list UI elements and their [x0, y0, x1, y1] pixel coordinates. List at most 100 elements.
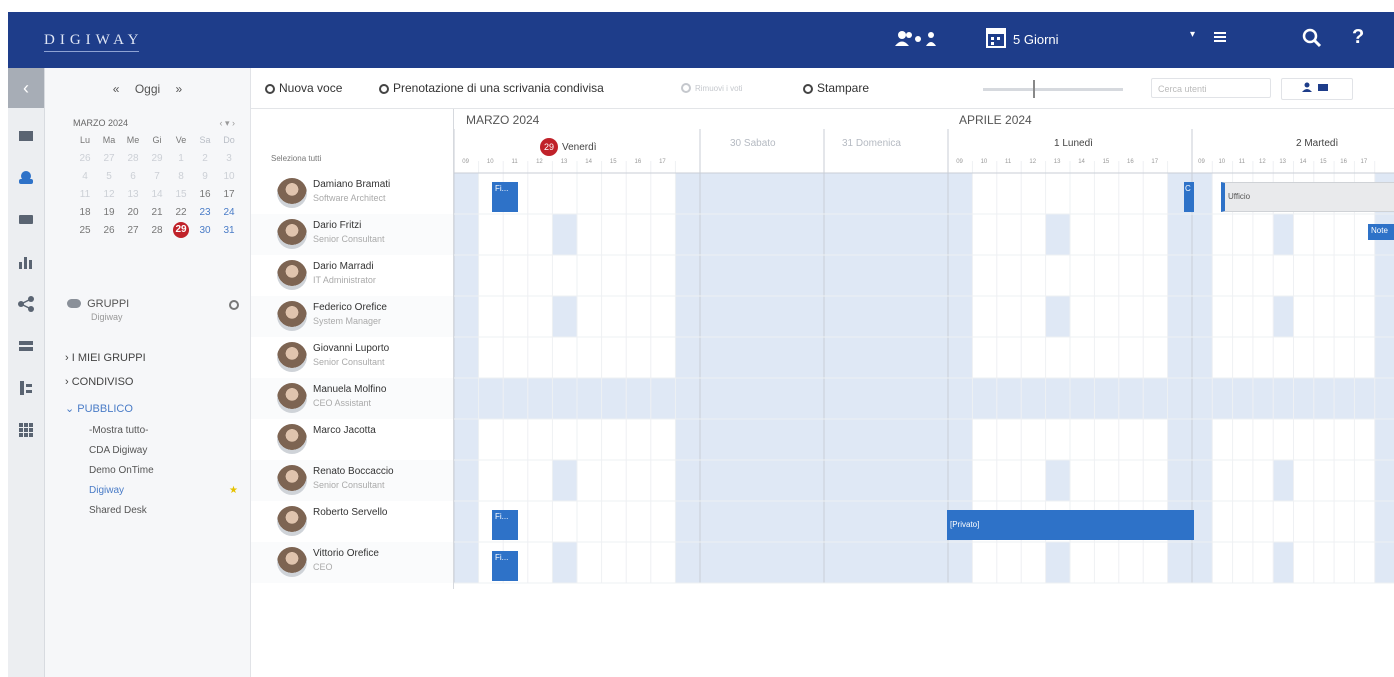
person-row[interactable]: Manuela Molfino CEO Assistant [251, 378, 453, 419]
weekend-cell [824, 214, 948, 255]
event-block[interactable]: Fi... [492, 510, 518, 540]
view-selector[interactable]: 5 Giorni [1013, 32, 1059, 47]
previous-button[interactable]: « [113, 82, 120, 96]
person-row[interactable]: Federico Orefice System Manager [251, 296, 453, 337]
tree-shared[interactable]: › CONDIVISO [65, 376, 133, 388]
people-status-icon[interactable] [894, 28, 936, 51]
user-search-input[interactable]: Cerca utenti [1151, 78, 1271, 98]
person-row[interactable]: Giovanni Luporto Senior Consultant [251, 337, 453, 378]
mini-calendar-day[interactable]: 2 [193, 153, 217, 164]
zoom-slider[interactable] [983, 80, 1123, 98]
collapse-icon[interactable]: ‹ [8, 68, 44, 108]
event-office[interactable]: Ufficio [1221, 182, 1394, 212]
mini-calendar-day[interactable]: 12 [97, 189, 121, 200]
person-row[interactable]: Vittorio Orefice CEO [251, 542, 453, 583]
mini-calendar-day[interactable]: 27 [97, 153, 121, 164]
date-navigator: « Oggi » [45, 82, 250, 96]
mini-calendar-day[interactable]: 17 [217, 189, 241, 200]
mini-calendar-day[interactable]: 15 [169, 189, 193, 200]
star-icon[interactable]: ★ [229, 485, 238, 496]
mini-calendar-day[interactable]: 21 [145, 207, 169, 218]
mini-calendar-day[interactable]: 8 [169, 171, 193, 182]
mini-calendar-day[interactable]: 22 [169, 207, 193, 218]
mini-calendar-day[interactable]: 16 [193, 189, 217, 200]
event-note[interactable]: Note [1368, 224, 1394, 240]
mini-calendar-day[interactable]: 20 [121, 207, 145, 218]
mini-calendar-day[interactable]: 27 [121, 225, 145, 236]
mini-calendar-day[interactable]: 6 [121, 171, 145, 182]
offhours-cell [675, 419, 700, 460]
zoom-slider-handle[interactable] [1033, 80, 1035, 98]
mini-calendar-day[interactable]: 1 [169, 153, 193, 164]
mini-calendar-day[interactable]: 26 [73, 153, 97, 164]
hour-label: 12 [1259, 159, 1266, 165]
mini-calendar-day[interactable]: 10 [217, 171, 241, 182]
mini-calendar-day[interactable]: 26 [97, 225, 121, 236]
desk-icon[interactable] [16, 336, 36, 356]
chat-icon[interactable] [16, 210, 36, 230]
tree-cda-digiway[interactable]: CDA Digiway [89, 445, 147, 456]
tree-shared-desk[interactable]: Shared Desk [89, 505, 147, 516]
mini-calendar-day[interactable]: 3 [217, 153, 241, 164]
mini-calendar-day[interactable]: 14 [145, 189, 169, 200]
apps-grid-icon[interactable] [16, 420, 36, 440]
person-row[interactable]: Dario Fritzi Senior Consultant [251, 214, 453, 255]
mini-calendar-day[interactable]: 11 [73, 189, 97, 200]
weekend-cell [824, 378, 948, 419]
event-block[interactable]: C [1184, 182, 1194, 212]
day-header-saturday: 30 Sabato [730, 138, 776, 149]
weekend-cell [824, 173, 948, 214]
calendar-icon[interactable] [986, 26, 1006, 51]
mini-calendar-day[interactable]: 28 [145, 225, 169, 236]
chart-icon[interactable] [16, 252, 36, 272]
org-chart-icon[interactable] [16, 378, 36, 398]
hour-label: 17 [1151, 159, 1159, 165]
tree-public[interactable]: ⌄ PUBBLICO [65, 402, 133, 415]
view-dropdown-icon[interactable]: ▾ [1190, 29, 1195, 40]
settings-toggle-icon[interactable] [1213, 30, 1227, 47]
share-icon[interactable] [16, 294, 36, 314]
person-row[interactable]: Marco Jacotta [251, 419, 453, 460]
mini-calendar-day[interactable]: 24 [217, 207, 241, 218]
person-row[interactable]: Dario Marradi IT Administrator [251, 255, 453, 296]
person-row[interactable]: Damiano Bramati Software Architect [251, 173, 453, 214]
mini-calendar-day[interactable]: 29 [145, 153, 169, 164]
tree-my-groups[interactable]: › I MIEI GRUPPI [65, 352, 146, 364]
person-row[interactable]: Roberto Servello [251, 501, 453, 542]
person-row[interactable]: Renato Boccaccio Senior Consultant [251, 460, 453, 501]
tree-demo-ontime[interactable]: Demo OnTime [89, 465, 154, 476]
user-filter-button[interactable] [1281, 78, 1353, 100]
mini-calendar-day[interactable]: 7 [145, 171, 169, 182]
event-block[interactable]: Fi... [492, 551, 518, 581]
search-icon[interactable] [1302, 28, 1322, 51]
help-button[interactable]: ? [1352, 26, 1364, 49]
tree-show-all[interactable]: -Mostra tutto- [89, 425, 148, 436]
mini-calendar-day[interactable]: 5 [97, 171, 121, 182]
mini-calendar-day[interactable]: 25 [73, 225, 97, 236]
event-private[interactable]: [Privato] [947, 510, 1194, 540]
disabled-action-button[interactable]: Rimuovi i voti [681, 83, 743, 93]
tree-digiway[interactable]: Digiway [89, 485, 124, 496]
mini-calendar-day[interactable]: 29 [169, 222, 193, 238]
new-item-button[interactable]: Nuova voce [265, 81, 342, 95]
mini-calendar-today[interactable]: 29 [173, 222, 189, 238]
mini-calendar-nav-icon[interactable]: ‹ ▾ › [219, 118, 235, 129]
select-all-link[interactable]: Seleziona tutti [271, 154, 321, 163]
event-block[interactable]: Fi... [492, 182, 518, 212]
people-icon[interactable] [16, 168, 36, 188]
mini-calendar-day[interactable]: 31 [217, 225, 241, 236]
mini-calendar-day[interactable]: 23 [193, 207, 217, 218]
book-desk-button[interactable]: Prenotazione di una scrivania condivisa [379, 81, 604, 95]
mini-calendar-day[interactable]: 13 [121, 189, 145, 200]
mini-calendar-day[interactable]: 4 [73, 171, 97, 182]
mini-calendar-day[interactable]: 19 [97, 207, 121, 218]
next-button[interactable]: » [176, 82, 183, 96]
mini-calendar-day[interactable]: 9 [193, 171, 217, 182]
mini-calendar-day[interactable]: 18 [73, 207, 97, 218]
mini-calendar-day[interactable]: 28 [121, 153, 145, 164]
print-button[interactable]: Stampare [803, 81, 869, 95]
mini-calendar-day[interactable]: 30 [193, 225, 217, 236]
settings-icon[interactable] [229, 300, 239, 310]
mail-icon[interactable] [16, 126, 36, 146]
today-button[interactable]: Oggi [135, 82, 160, 96]
